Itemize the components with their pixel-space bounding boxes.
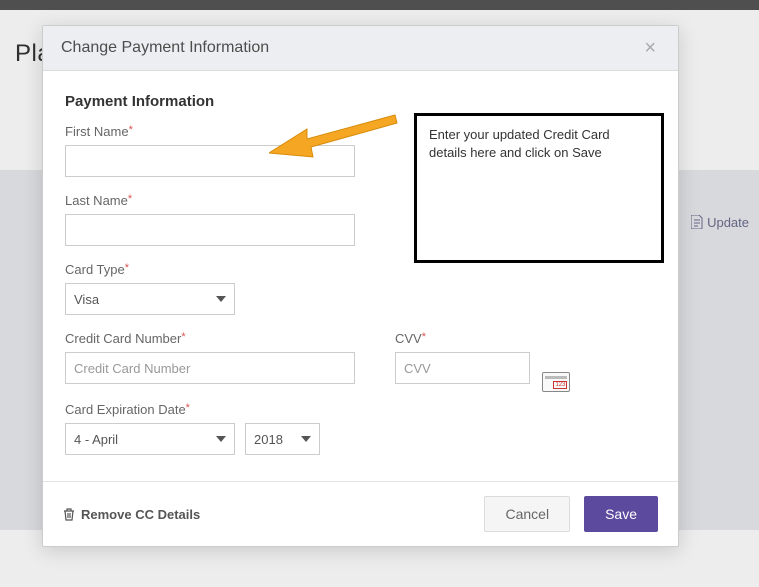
- cvv-help-icon[interactable]: 123: [542, 372, 570, 392]
- footer-buttons: Cancel Save: [484, 496, 658, 532]
- close-icon[interactable]: ×: [640, 38, 660, 58]
- cc-cvv-row: Credit Card Number* CVV* 123: [65, 331, 656, 402]
- cvv-input[interactable]: [395, 352, 530, 384]
- save-button[interactable]: Save: [584, 496, 658, 532]
- required-asterisk: *: [125, 262, 129, 274]
- required-asterisk: *: [129, 124, 133, 136]
- trash-icon: [63, 508, 75, 521]
- cvv-label: CVV*: [395, 331, 570, 346]
- first-name-label-text: First Name: [65, 124, 129, 139]
- cc-number-label: Credit Card Number*: [65, 331, 355, 346]
- cc-number-input[interactable]: [65, 352, 355, 384]
- cvv-row: CVV* 123: [395, 331, 570, 386]
- remove-cc-label: Remove CC Details: [81, 507, 200, 522]
- modal-header: Change Payment Information ×: [43, 26, 678, 71]
- expiration-label: Card Expiration Date*: [65, 402, 656, 417]
- section-heading: Payment Information: [65, 93, 656, 110]
- cancel-button[interactable]: Cancel: [484, 496, 570, 532]
- modal-footer: Remove CC Details Cancel Save: [43, 481, 678, 546]
- required-asterisk: *: [128, 193, 132, 205]
- change-payment-modal: Change Payment Information × Payment Inf…: [42, 25, 679, 547]
- modal-title: Change Payment Information: [61, 39, 269, 57]
- cc-number-label-text: Credit Card Number: [65, 331, 181, 346]
- card-type-row: Card Type* Visa: [65, 262, 656, 315]
- card-type-label: Card Type*: [65, 262, 656, 277]
- exp-year-select[interactable]: 2018: [245, 423, 320, 455]
- expiration-row: Card Expiration Date* 4 - April 2018: [65, 402, 656, 455]
- remove-cc-button[interactable]: Remove CC Details: [63, 507, 200, 522]
- last-name-input[interactable]: [65, 214, 355, 246]
- first-name-input[interactable]: [65, 145, 355, 177]
- expiration-label-text: Card Expiration Date: [65, 402, 186, 417]
- modal-body: Payment Information Enter your updated C…: [43, 71, 678, 481]
- cvv-label-text: CVV: [395, 331, 422, 346]
- cc-number-row: Credit Card Number*: [65, 331, 355, 386]
- required-asterisk: *: [181, 331, 185, 343]
- last-name-label-text: Last Name: [65, 193, 128, 208]
- card-type-select[interactable]: Visa: [65, 283, 235, 315]
- card-type-label-text: Card Type: [65, 262, 125, 277]
- required-asterisk: *: [186, 402, 190, 414]
- hint-callout: Enter your updated Credit Card details h…: [414, 113, 664, 263]
- exp-month-select[interactable]: 4 - April: [65, 423, 235, 455]
- required-asterisk: *: [422, 331, 426, 343]
